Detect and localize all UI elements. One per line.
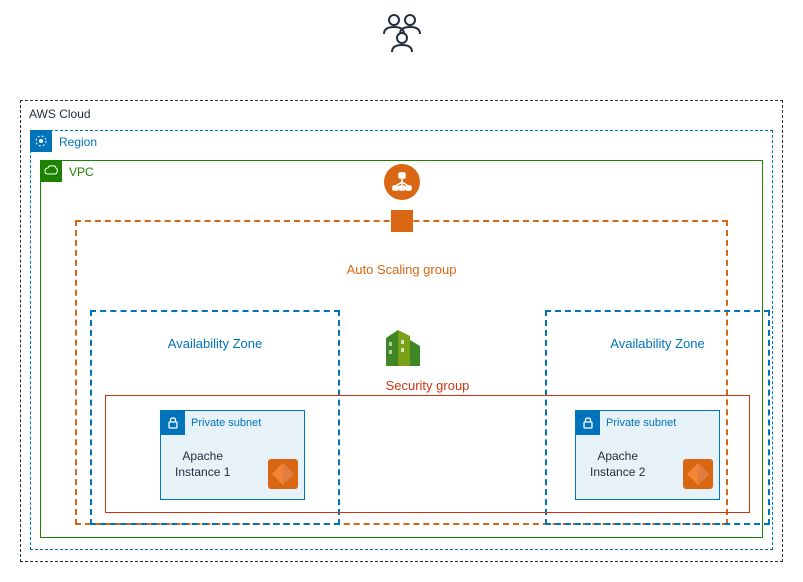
private-subnet-left: Private subnet ApacheInstance 1 [160, 410, 305, 500]
load-balancer-icon [384, 164, 420, 200]
instance-1-label: ApacheInstance 1 [175, 449, 230, 480]
asg-badge-icon [391, 210, 413, 232]
ec2-instance-icon [266, 457, 300, 491]
private-subnet-right: Private subnet ApacheInstance 2 [575, 410, 720, 500]
datacenter-icon [380, 320, 424, 371]
ec2-instance-icon [681, 457, 715, 491]
users-icon [378, 12, 426, 59]
asg-label: Auto Scaling group [347, 262, 457, 277]
az-right-label: Availability Zone [610, 336, 704, 351]
region-badge-icon [30, 130, 52, 152]
region-label: Region [59, 135, 97, 149]
subnet-right-label: Private subnet [606, 417, 676, 429]
subnet-badge-icon [161, 411, 185, 435]
instance-2-label: ApacheInstance 2 [590, 449, 645, 480]
aws-cloud-label: AWS Cloud [29, 107, 91, 121]
subnet-left-label: Private subnet [191, 417, 261, 429]
az-left-label: Availability Zone [168, 336, 262, 351]
sg-label: Security group [386, 378, 470, 393]
subnet-badge-icon [576, 411, 600, 435]
vpc-label: VPC [69, 165, 94, 179]
vpc-badge-icon [40, 160, 62, 182]
